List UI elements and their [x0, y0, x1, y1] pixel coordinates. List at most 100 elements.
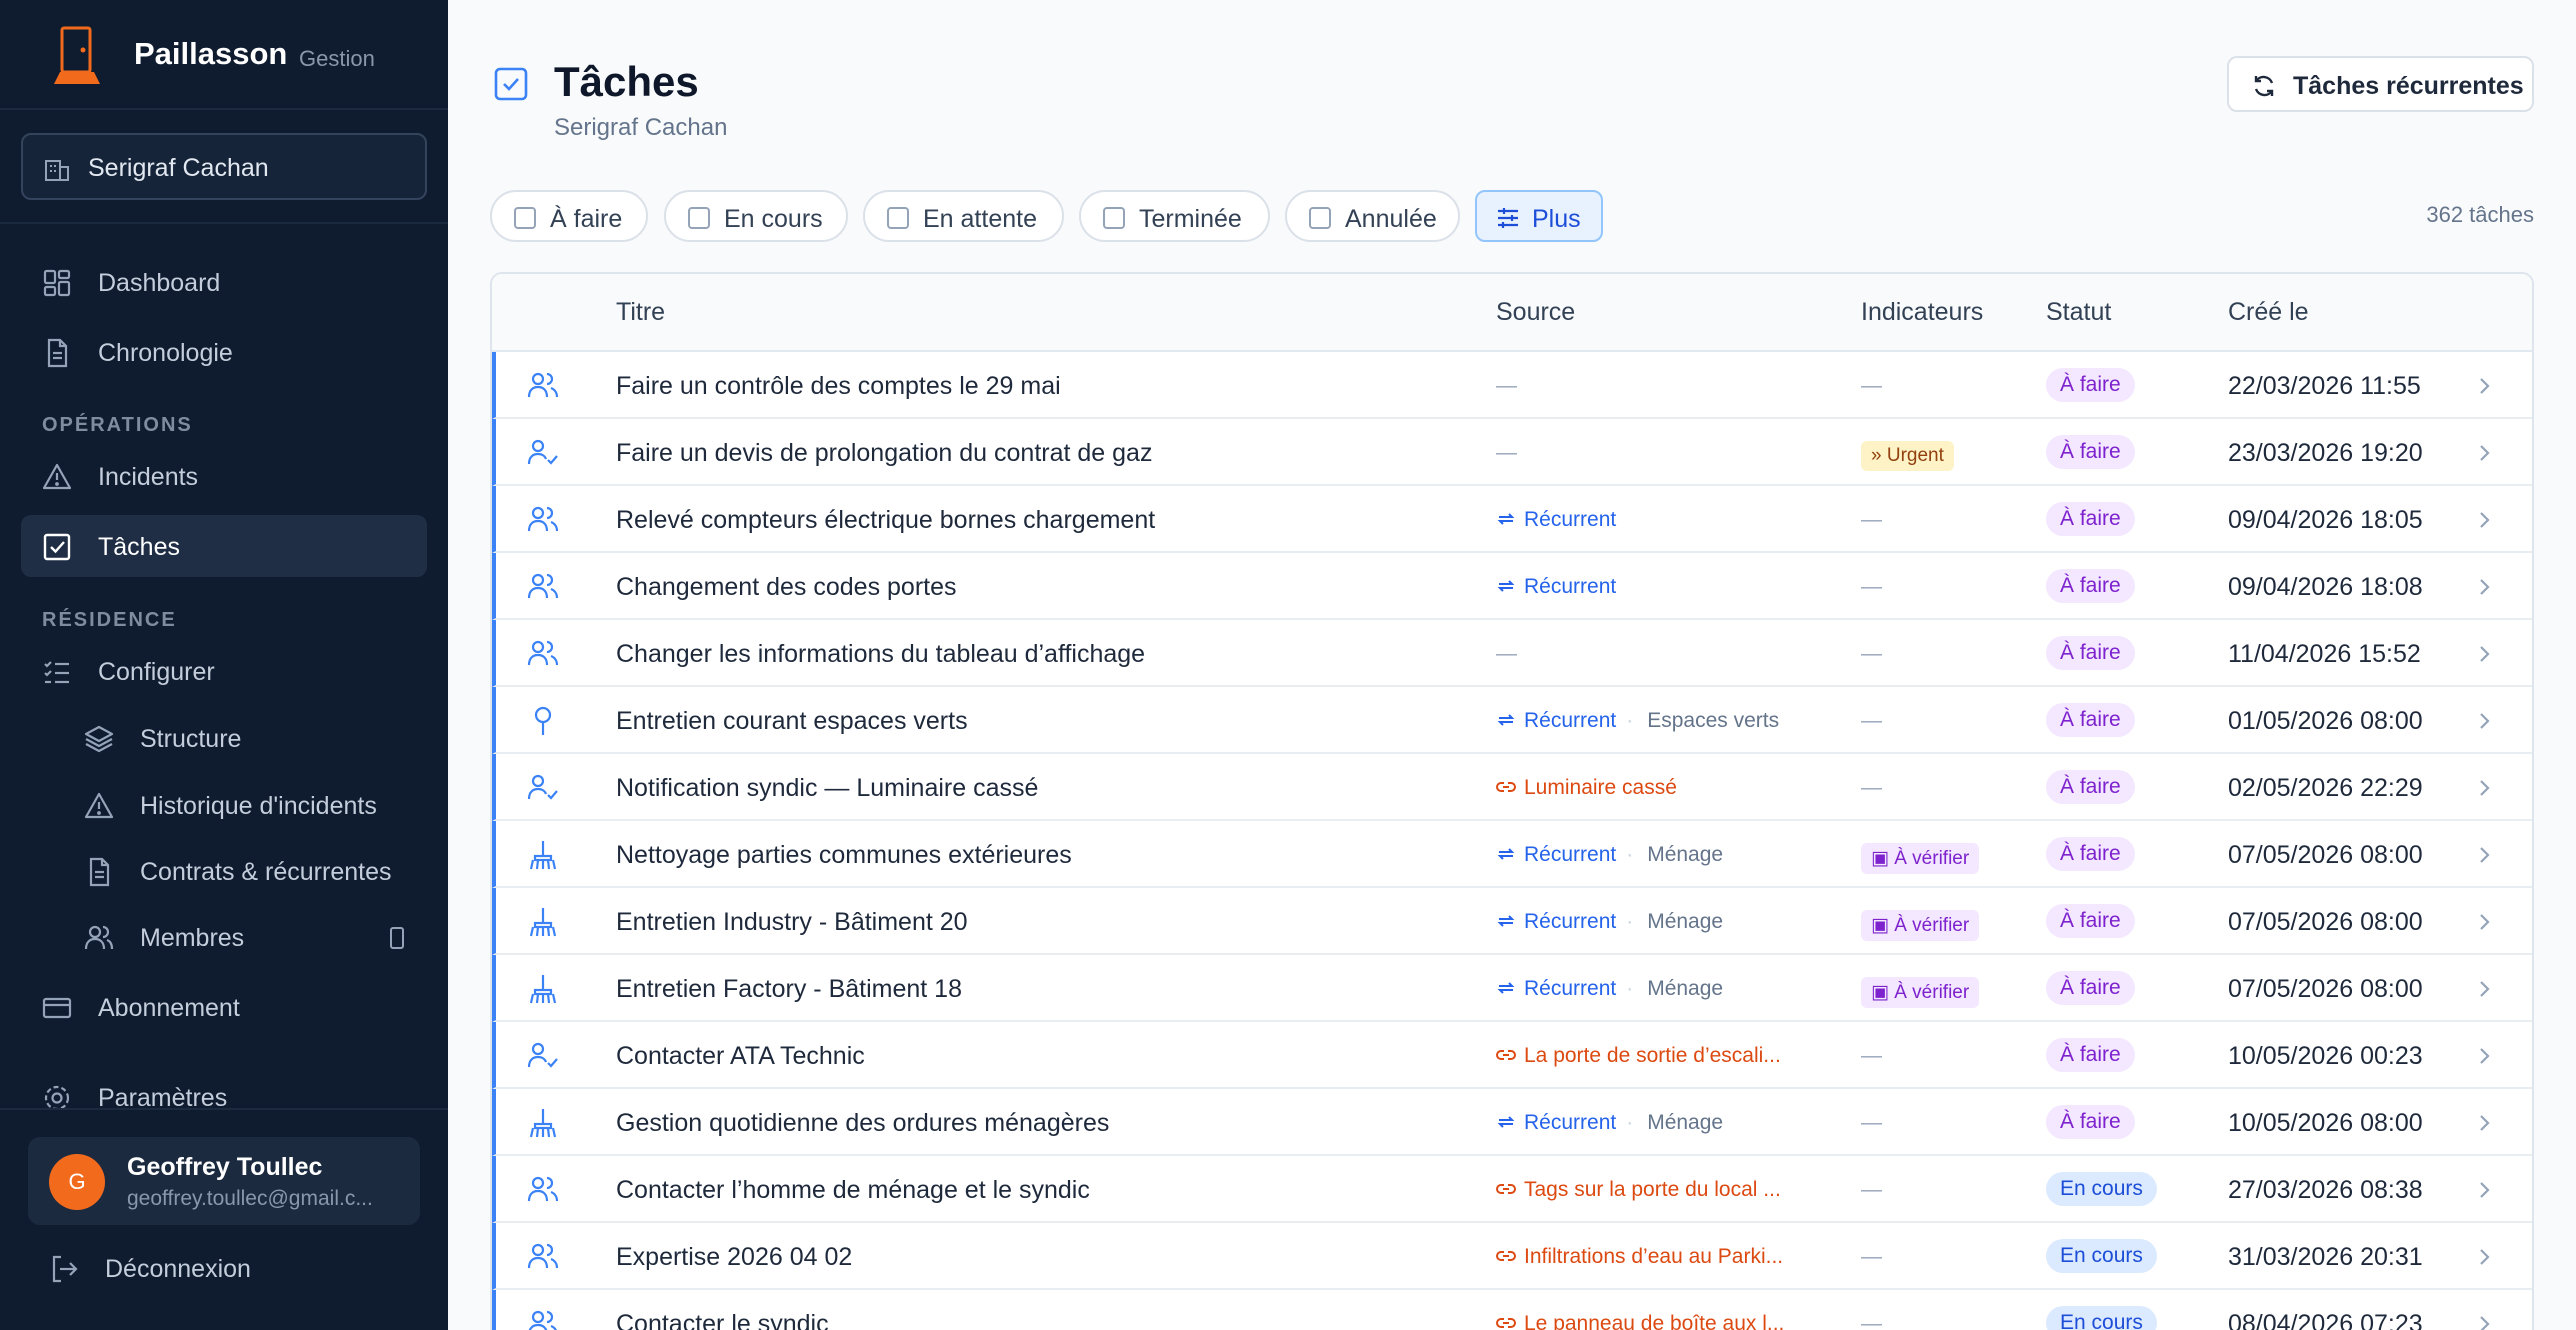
chevron-right-icon[interactable] [2474, 710, 2494, 732]
chevron-right-icon[interactable] [2474, 576, 2494, 598]
task-title[interactable]: Changer les informations du tableau d’af… [616, 640, 1145, 669]
table-row[interactable]: Gestion quotidienne des ordures ménagère… [492, 1089, 2532, 1156]
task-title[interactable]: Faire un contrôle des comptes le 29 mai [616, 372, 1061, 401]
nav-dashboard[interactable]: Dashboard [21, 251, 427, 313]
nav-structure[interactable]: Structure [21, 707, 427, 769]
table-row[interactable]: Faire un devis de prolongation du contra… [492, 419, 2532, 486]
checkbox[interactable] [514, 207, 536, 229]
recurring-tasks-button[interactable]: Tâches récurrentes [2227, 56, 2534, 112]
source-link[interactable]: Tags sur la porte du local ... [1496, 1178, 1781, 1201]
gear-icon [44, 1085, 70, 1108]
chevron-right-icon[interactable] [2474, 1246, 2494, 1268]
table-row[interactable]: Faire un contrôle des comptes le 29 mai —… [492, 352, 2532, 419]
filter-chip-a-faire[interactable]: À faire [490, 190, 648, 242]
task-title[interactable]: Gestion quotidienne des ordures ménagère… [616, 1109, 1109, 1138]
chevron-right-icon[interactable] [2474, 1179, 2494, 1201]
table-row[interactable]: Contacter le syndic Le panneau de boîte a… [492, 1290, 2532, 1330]
nav-contrats[interactable]: Contrats & récurrentes [21, 840, 427, 902]
task-title[interactable]: Expertise 2026 04 02 [616, 1243, 852, 1272]
source-label: Le panneau de boîte aux l... [1524, 1312, 1785, 1330]
filter-chip-terminee[interactable]: Terminée [1079, 190, 1270, 242]
filter-chip-en-cours[interactable]: En cours [664, 190, 848, 242]
table-row[interactable]: Entretien courant espaces verts Récurrent… [492, 687, 2532, 754]
nav-incidents[interactable]: Incidents [21, 445, 427, 507]
indicator-empty: — [1861, 642, 1882, 665]
table-row[interactable]: Entretien Industry - Bâtiment 20 Récurren… [492, 888, 2532, 955]
chevron-right-icon[interactable] [2474, 1313, 2494, 1330]
source-link[interactable]: Luminaire cassé [1496, 776, 1677, 799]
category-label: Ménage [1647, 910, 1724, 933]
col-indicateurs[interactable]: Indicateurs [1861, 298, 1983, 327]
task-indicators: — [1861, 508, 1882, 532]
task-created: 31/03/2026 20:31 [2228, 1243, 2423, 1271]
status-badge: À faire [2046, 368, 2135, 402]
task-title[interactable]: Notification syndic — Luminaire cassé [616, 774, 1038, 803]
filter-chip-en-attente[interactable]: En attente [863, 190, 1064, 242]
indicator-empty: — [1861, 776, 1882, 799]
col-source[interactable]: Source [1496, 298, 1575, 327]
table-row[interactable]: Notification syndic — Luminaire cassé Lum… [492, 754, 2532, 821]
task-title[interactable]: Faire un devis de prolongation du contra… [616, 439, 1152, 468]
table-row[interactable]: Entretien Factory - Bâtiment 18 Récurrent… [492, 955, 2532, 1022]
chevron-right-icon[interactable] [2474, 844, 2494, 866]
source-link[interactable]: La porte de sortie d’escali... [1496, 1044, 1781, 1067]
recurring-icon [1497, 714, 1515, 726]
task-source: Tags sur la porte du local ... [1496, 1178, 1781, 1202]
users-icon [527, 1176, 559, 1202]
source-link[interactable]: Infiltrations d’eau au Parki... [1496, 1245, 1783, 1268]
chevron-right-icon[interactable] [2474, 1045, 2494, 1067]
task-created: 27/03/2026 08:38 [2228, 1176, 2423, 1204]
task-title[interactable]: Entretien courant espaces verts [616, 707, 968, 736]
verify-badge: ▣ À vérifier [1861, 843, 1980, 874]
task-title[interactable]: Contacter l’homme de ménage et le syndic [616, 1176, 1090, 1205]
status-badge: À faire [2046, 1038, 2135, 1072]
user-card[interactable]: G Geoffrey Toullec geoffrey.toullec@gmai… [28, 1137, 420, 1225]
col-titre[interactable]: Titre [616, 298, 665, 327]
logout-button[interactable]: Déconnexion [28, 1245, 420, 1295]
task-title[interactable]: Changement des codes portes [616, 573, 957, 602]
users-icon [527, 640, 559, 666]
task-title[interactable]: Entretien Industry - Bâtiment 20 [616, 908, 968, 937]
chevron-right-icon[interactable] [2474, 509, 2494, 531]
checkbox[interactable] [688, 207, 710, 229]
nav-abonnement-label: Abonnement [98, 994, 240, 1022]
chevron-right-icon[interactable] [2474, 643, 2494, 665]
nav-chronologie[interactable]: Chronologie [21, 321, 427, 383]
table-row[interactable]: Changer les informations du tableau d’af… [492, 620, 2532, 687]
table-row[interactable]: Contacter l’homme de ménage et le syndic… [492, 1156, 2532, 1223]
task-title[interactable]: Nettoyage parties communes extérieures [616, 841, 1072, 870]
filter-chip-annulee[interactable]: Annulée [1285, 190, 1460, 242]
task-title[interactable]: Entretien Factory - Bâtiment 18 [616, 975, 962, 1004]
table-row[interactable]: Expertise 2026 04 02 Infiltrations d’eau … [492, 1223, 2532, 1290]
table-row[interactable]: Contacter ATA Technic La porte de sortie … [492, 1022, 2532, 1089]
chevron-right-icon[interactable] [2474, 1112, 2494, 1134]
checkbox[interactable] [887, 207, 909, 229]
chevron-right-icon[interactable] [2474, 978, 2494, 1000]
nav-historique-incidents[interactable]: Historique d'incidents [21, 774, 427, 836]
nav-taches[interactable]: Tâches [21, 515, 427, 577]
task-title[interactable]: Relevé compteurs électrique bornes charg… [616, 506, 1155, 535]
chevron-right-icon[interactable] [2474, 442, 2494, 464]
task-title[interactable]: Contacter ATA Technic [616, 1042, 865, 1071]
col-statut[interactable]: Statut [2046, 298, 2111, 327]
avatar: G [49, 1154, 105, 1210]
chevron-right-icon[interactable] [2474, 911, 2494, 933]
chevron-right-icon[interactable] [2474, 777, 2494, 799]
source-link[interactable]: Le panneau de boîte aux l... [1496, 1312, 1784, 1330]
table-row[interactable]: Nettoyage parties communes extérieures Ré… [492, 821, 2532, 888]
nav-configurer[interactable]: Configurer [21, 640, 427, 702]
nav-abonnement[interactable]: Abonnement [21, 976, 427, 1038]
table-row[interactable]: Changement des codes portes Récurrent — À f… [492, 553, 2532, 620]
task-title[interactable]: Contacter le syndic [616, 1310, 829, 1330]
more-filters-button[interactable]: Plus [1475, 190, 1603, 242]
divider [0, 222, 448, 224]
col-cree-le[interactable]: Créé le [2228, 298, 2309, 327]
residence-selector[interactable]: Serigraf Cachan [21, 133, 427, 200]
nav-membres[interactable]: Membres [21, 906, 427, 968]
checkbox[interactable] [1103, 207, 1125, 229]
checkbox[interactable] [1309, 207, 1331, 229]
checkbox-icon [43, 533, 71, 561]
table-row[interactable]: Relevé compteurs électrique bornes charg… [492, 486, 2532, 553]
nav-parametres[interactable]: Paramètres [21, 1066, 427, 1108]
chevron-right-icon[interactable] [2474, 375, 2494, 397]
